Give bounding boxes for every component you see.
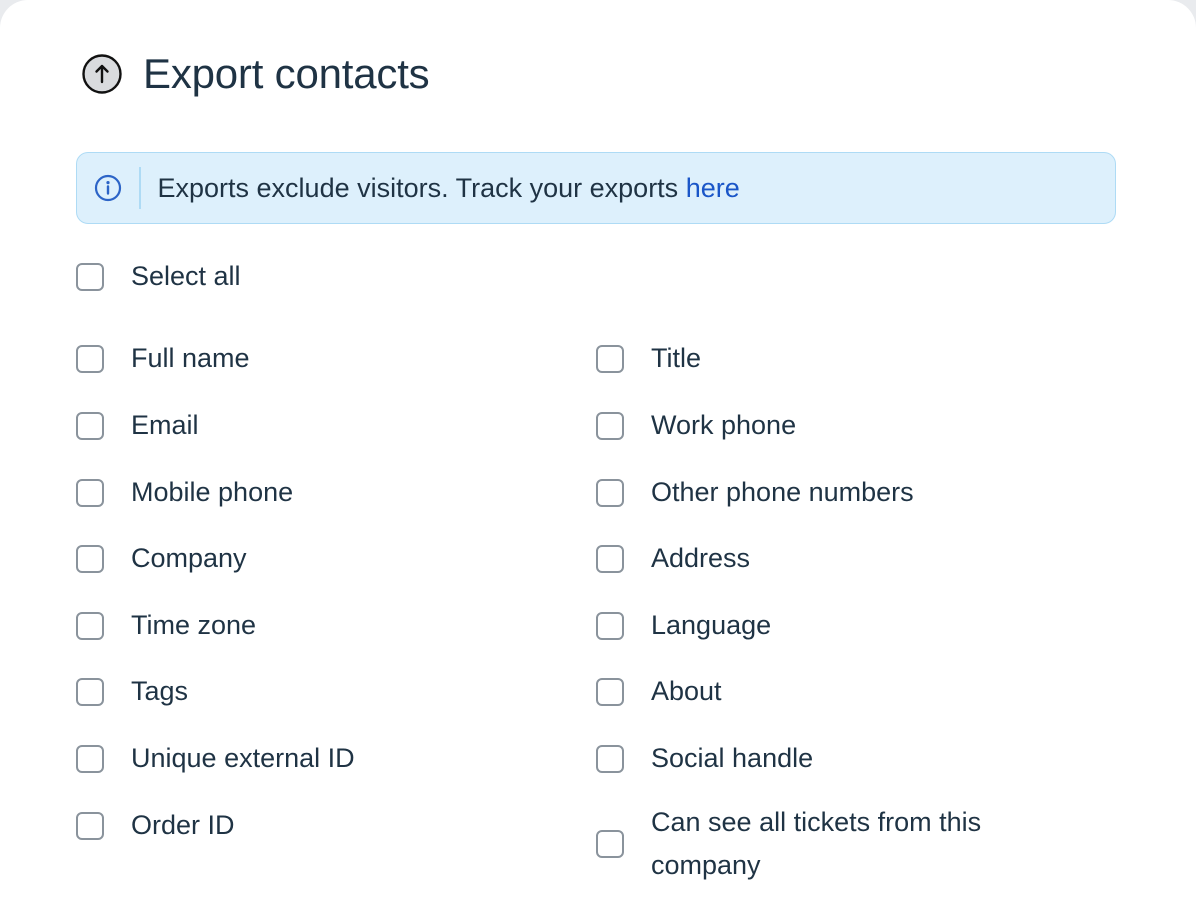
field-checkbox[interactable] <box>596 677 624 706</box>
field-label: Company <box>131 543 247 573</box>
field-label: Can see all tickets from this company <box>651 807 982 880</box>
field-label: Time zone <box>131 610 257 640</box>
field-label: Order ID <box>131 810 235 840</box>
field-checkbox[interactable] <box>596 830 624 858</box>
field-checkbox[interactable] <box>596 544 624 573</box>
info-icon <box>77 153 139 223</box>
field-checkbox[interactable] <box>76 544 104 573</box>
field-label: Unique external ID <box>131 743 355 773</box>
field-option-other-phone-numbers[interactable]: Other phone numbers <box>596 471 914 514</box>
field-checkbox[interactable] <box>596 411 624 440</box>
field-option-social-handle[interactable]: Social handle <box>596 737 813 780</box>
select-all-label: Select all <box>131 261 241 291</box>
field-option-can-see-all-tickets[interactable]: Can see all tickets from this company <box>596 801 1031 887</box>
field-label: Language <box>651 610 772 640</box>
export-contacts-dialog: Export contacts Exports exclude visitors… <box>0 0 1196 918</box>
field-option-email[interactable]: Email <box>76 404 199 447</box>
field-checkbox[interactable] <box>596 478 624 507</box>
field-checkbox[interactable] <box>596 611 624 640</box>
field-option-time-zone[interactable]: Time zone <box>76 604 256 647</box>
banner-message: Exports exclude visitors. Track your exp… <box>157 172 686 203</box>
banner-text: Exports exclude visitors. Track your exp… <box>158 173 740 204</box>
field-label: Mobile phone <box>131 477 294 507</box>
field-checkbox[interactable] <box>76 744 104 773</box>
field-option-order-id[interactable]: Order ID <box>76 804 235 847</box>
field-checkbox[interactable] <box>596 344 624 373</box>
dialog-header: Export contacts <box>80 50 430 98</box>
field-label: Work phone <box>651 410 797 440</box>
field-option-title[interactable]: Title <box>596 337 701 380</box>
field-option-work-phone[interactable]: Work phone <box>596 404 796 447</box>
select-all-checkbox[interactable] <box>76 262 104 291</box>
info-banner: Exports exclude visitors. Track your exp… <box>76 152 1116 224</box>
field-option-language[interactable]: Language <box>596 604 771 647</box>
field-label: Full name <box>131 343 250 373</box>
field-label: Other phone numbers <box>651 477 914 507</box>
field-option-unique-external-id[interactable]: Unique external ID <box>76 737 355 780</box>
field-option-address[interactable]: Address <box>596 537 750 580</box>
field-label: Title <box>651 343 702 373</box>
field-label: About <box>651 676 722 706</box>
field-option-about[interactable]: About <box>596 670 722 713</box>
field-checkbox[interactable] <box>76 344 104 373</box>
select-all-option[interactable]: Select all <box>76 255 241 298</box>
track-exports-link[interactable]: here <box>686 173 740 203</box>
field-label: Address <box>651 543 751 573</box>
field-checkbox[interactable] <box>76 411 104 440</box>
field-label: Email <box>131 410 199 440</box>
field-label: Social handle <box>651 743 814 773</box>
field-label: Tags <box>131 676 189 706</box>
field-checkbox[interactable] <box>76 811 104 840</box>
field-option-company[interactable]: Company <box>76 537 247 580</box>
field-option-tags[interactable]: Tags <box>76 670 188 713</box>
dialog-title: Export contacts <box>143 50 430 97</box>
field-checkbox[interactable] <box>76 478 104 507</box>
field-checkbox[interactable] <box>76 677 104 706</box>
banner-divider <box>139 167 141 209</box>
field-option-mobile-phone[interactable]: Mobile phone <box>76 471 293 514</box>
upload-circle-icon <box>80 52 124 96</box>
field-checkbox[interactable] <box>76 611 104 640</box>
field-checkbox[interactable] <box>596 744 624 773</box>
field-option-full-name[interactable]: Full name <box>76 337 250 380</box>
